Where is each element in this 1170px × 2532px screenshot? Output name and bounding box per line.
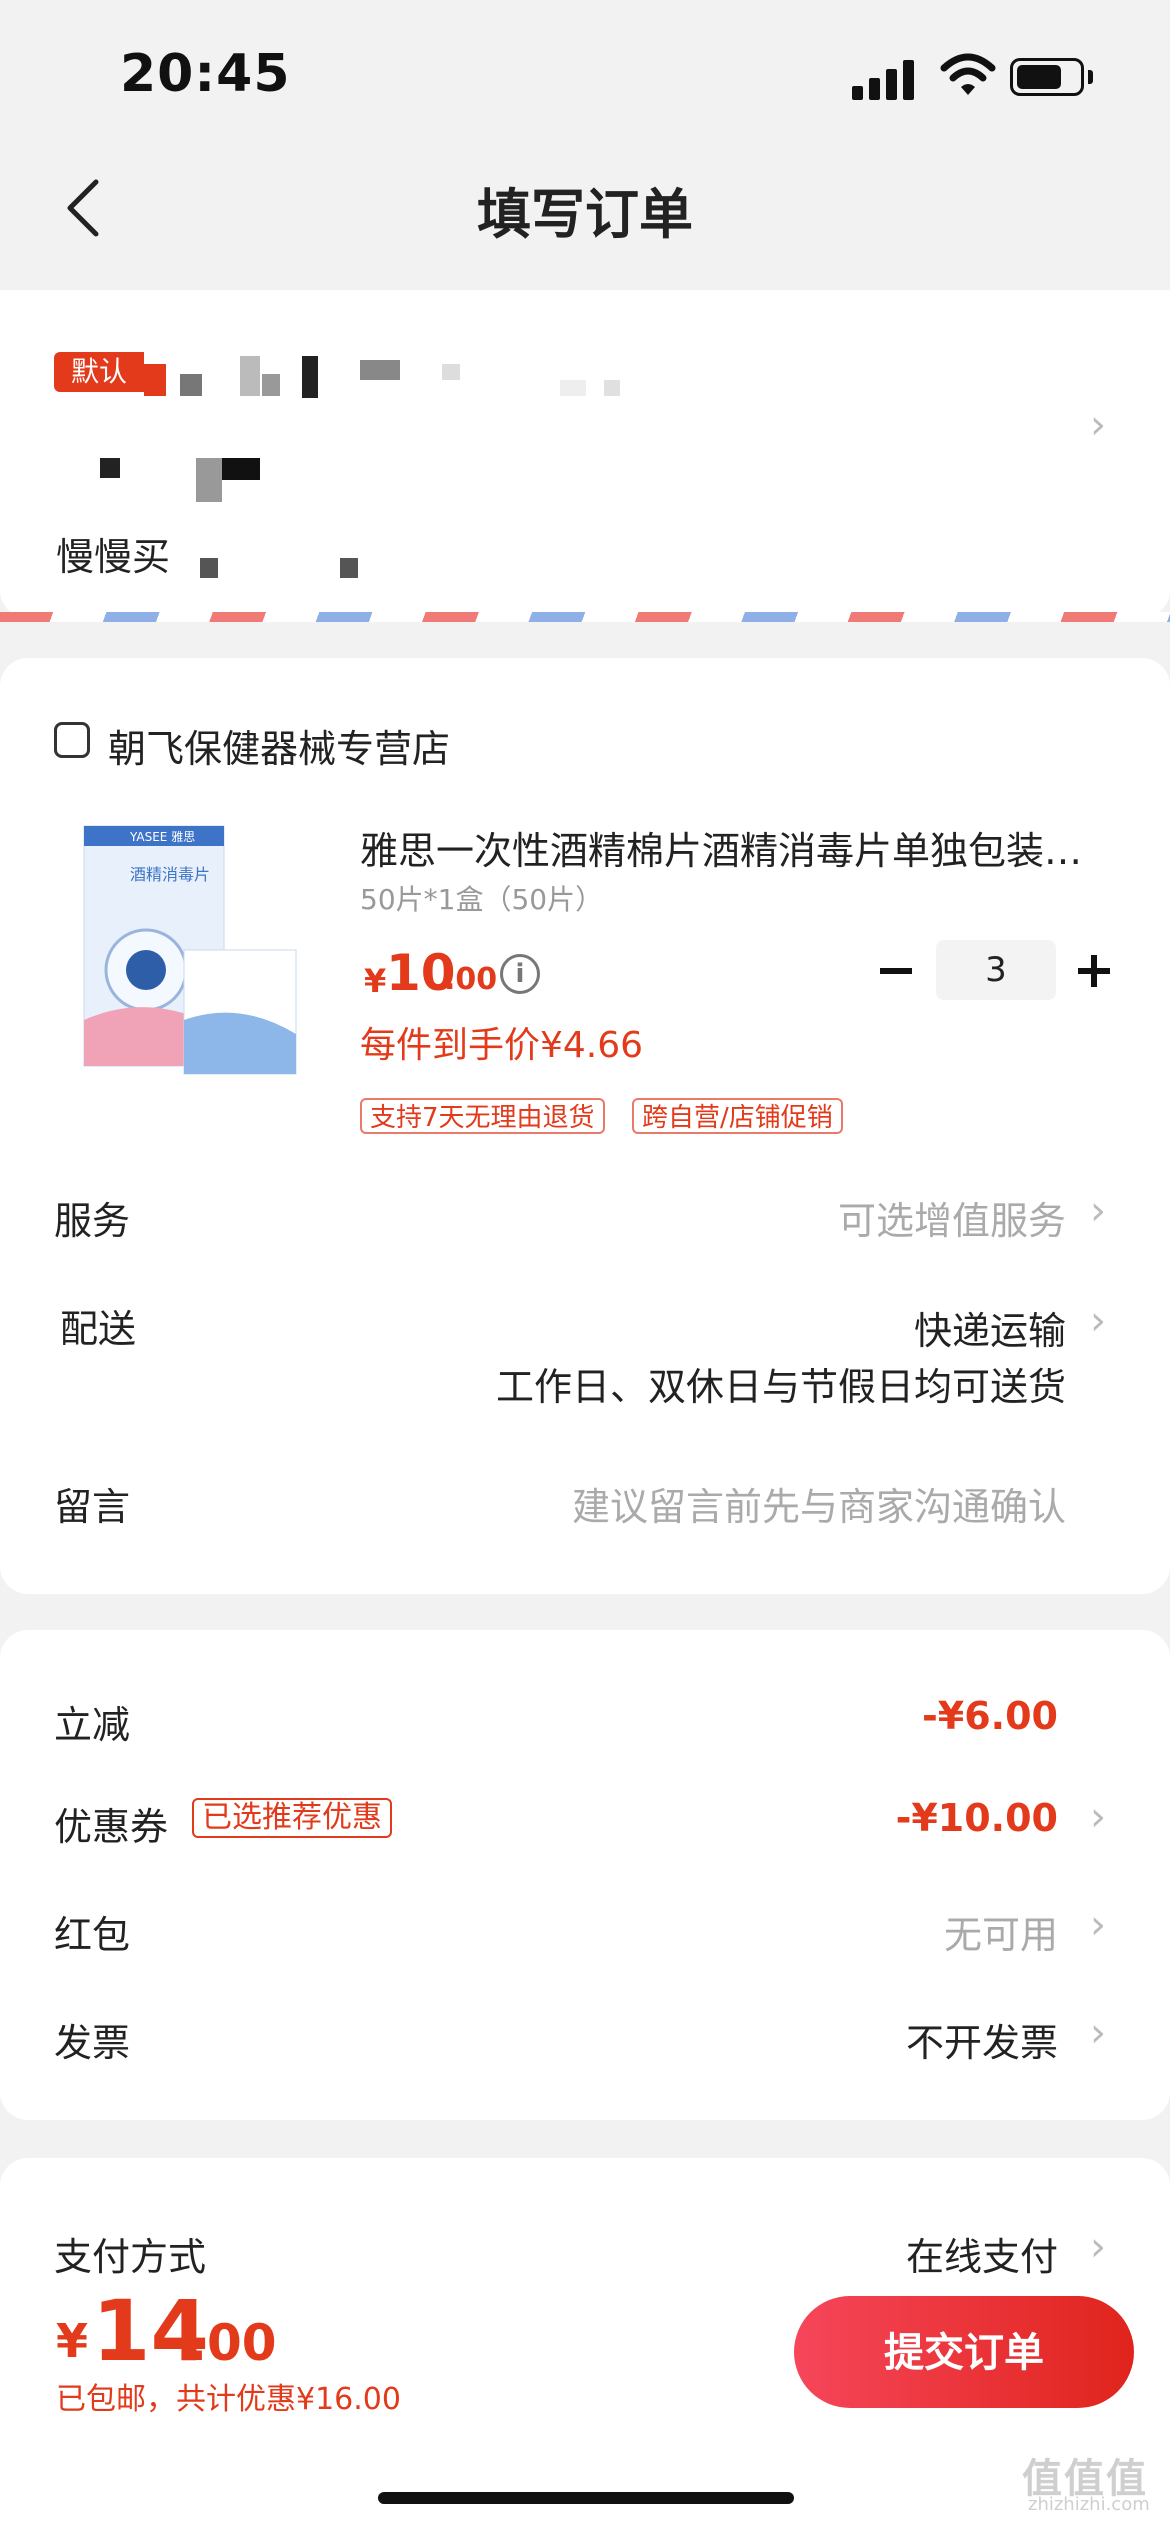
address-chevron-icon: › [1090,402,1106,448]
return-policy-tag: 支持7天无理由退货 [360,1098,605,1134]
redpacket-label: 红包 [54,1913,131,1957]
price-symbol: ¥ [364,962,387,1000]
redpacket-value[interactable]: 无可用 [944,1904,1058,1959]
submit-order-button[interactable]: 提交订单 [794,2296,1134,2408]
instant-discount-label: 立减 [54,1703,131,1747]
price-decimal: .00 [444,962,498,997]
address-redacted [0,0,1170,620]
invoice-label: 发票 [54,2021,131,2065]
delivery-value[interactable]: 快递运输 [914,1300,1066,1355]
product-spec[interactable]: 50片*1盒（50片） [360,878,603,918]
coupon-value[interactable]: -¥10.00 [896,1796,1058,1840]
shipping-savings-note: 已包邮，共计优惠¥16.00 [56,2382,401,2417]
coupon-label: 优惠券 [54,1805,169,1849]
delivery-label: 配送 [60,1307,137,1351]
redpacket-chevron-icon[interactable]: › [1090,1902,1106,1948]
product-image[interactable]: 酒精消毒片 YASEE 雅思 [80,820,300,1088]
store-name[interactable]: 朝飞保健器械专营店 [108,718,450,773]
info-icon[interactable]: i [500,954,540,994]
quantity-stepper[interactable]: 3 [936,940,1056,1000]
service-value[interactable]: 可选增值服务 [838,1190,1066,1245]
instant-discount-value: -¥6.00 [922,1694,1058,1738]
plus-icon-vertical[interactable] [1091,955,1097,987]
total-symbol: ¥ [56,2314,89,2368]
coupon-chevron-icon[interactable]: › [1090,1794,1106,1840]
message-input[interactable]: 建议留言前先与商家沟通确认 [572,1476,1066,1531]
promo-tag: 跨自营/店铺促销 [632,1098,843,1134]
total-decimal: .00 [188,2314,277,2372]
store-icon [54,722,90,758]
coupon-recommended-tag: 已选推荐优惠 [192,1798,392,1838]
airmail-border [0,612,1170,622]
minus-icon[interactable] [880,968,912,974]
watermark-url: zhizhizhi.com [1028,2494,1150,2515]
payment-chevron-icon[interactable]: › [1090,2224,1106,2270]
message-label: 留言 [54,1485,131,1529]
invoice-chevron-icon[interactable]: › [1090,2010,1106,2056]
address-name: 慢慢买 [56,535,171,579]
delivery-chevron-icon[interactable]: › [1090,1298,1106,1344]
final-price: 每件到手价¥4.66 [360,1025,644,1066]
payment-label: 支付方式 [54,2235,207,2279]
home-indicator[interactable] [378,2492,794,2504]
invoice-value[interactable]: 不开发票 [906,2012,1058,2067]
svg-text:酒精消毒片: 酒精消毒片 [130,865,210,884]
svg-text:YASEE 雅思: YASEE 雅思 [129,829,195,844]
delivery-schedule: 工作日、双休日与节假日均可送货 [495,1365,1066,1409]
service-label: 服务 [54,1199,131,1243]
payment-value[interactable]: 在线支付 [906,2226,1058,2281]
service-chevron-icon[interactable]: › [1090,1188,1106,1234]
product-title[interactable]: 雅思一次性酒精棉片酒精消毒片单独包装… [360,820,1120,875]
